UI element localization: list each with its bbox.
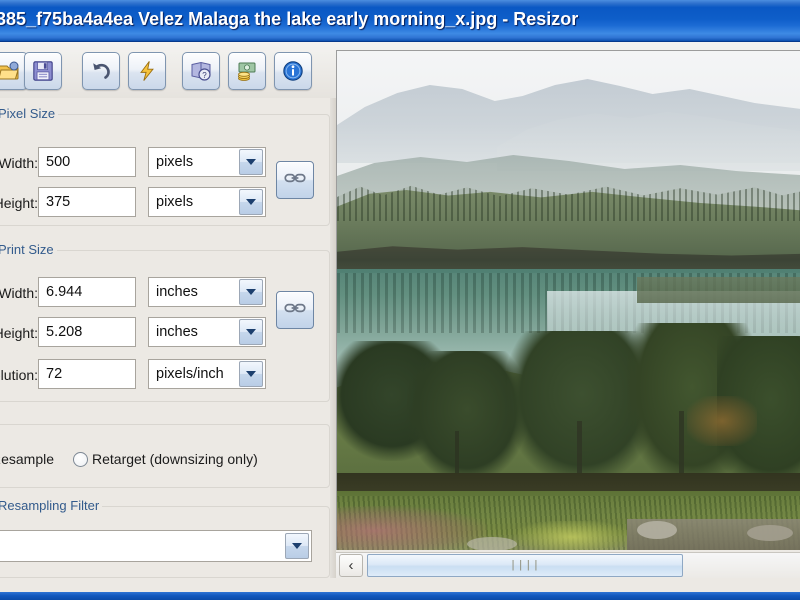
scrollbar-grip-icon: ||||: [509, 559, 541, 572]
pixel-width-unit-value: pixels: [156, 154, 194, 170]
pixel-width-unit-select[interactable]: pixels: [148, 147, 266, 177]
floppy-disk-icon: [32, 60, 54, 82]
print-size-link-button[interactable]: [276, 291, 314, 329]
chevron-down-icon[interactable]: [239, 319, 263, 345]
about-button[interactable]: [274, 52, 312, 90]
settings-panel: Pixel Size Width: pixels Height: pixels: [0, 98, 336, 600]
resolution-input[interactable]: [38, 359, 136, 389]
pixel-width-input[interactable]: [38, 147, 136, 177]
pixel-height-label: Height:: [0, 195, 38, 211]
window-title: 7385_f75ba4a4ea Velez Malaga the lake ea…: [0, 9, 579, 29]
info-icon: [282, 60, 304, 82]
print-width-unit-value: inches: [156, 284, 198, 300]
print-size-group-label: Print Size: [0, 242, 57, 257]
resolution-unit-value: pixels/inch: [156, 366, 224, 382]
svg-text:?: ?: [202, 71, 207, 80]
chevron-down-icon[interactable]: [285, 533, 309, 559]
pixel-size-link-button[interactable]: [276, 161, 314, 199]
pixel-height-unit-select[interactable]: pixels: [148, 187, 266, 217]
image-preview-frame: [336, 50, 800, 550]
apply-button[interactable]: [128, 52, 166, 90]
print-height-unit-select[interactable]: inches: [148, 317, 266, 347]
undo-arrow-icon: [89, 59, 113, 83]
scroll-left-button[interactable]: ‹: [339, 554, 363, 577]
print-width-label: Width:: [0, 285, 38, 301]
application-window: 7385_f75ba4a4ea Velez Malaga the lake ea…: [0, 0, 800, 600]
print-width-unit-select[interactable]: inches: [148, 277, 266, 307]
chain-link-icon: [284, 171, 306, 190]
buy-button[interactable]: [228, 52, 266, 90]
resample-radio[interactable]: Resample: [0, 451, 54, 467]
pixel-size-group-label: Pixel Size: [0, 106, 59, 121]
pixel-height-input[interactable]: [38, 187, 136, 217]
money-icon: [235, 59, 259, 83]
chevron-down-icon[interactable]: [239, 189, 263, 215]
radio-circle-icon: [73, 451, 88, 467]
help-button[interactable]: ?: [182, 52, 220, 90]
scrollbar-thumb[interactable]: ||||: [367, 554, 683, 577]
retarget-radio[interactable]: Retarget (downsizing only): [73, 451, 258, 467]
resampling-filter-group-label: Resampling Filter: [0, 498, 103, 513]
chevron-down-icon[interactable]: [239, 279, 263, 305]
chain-link-icon: [284, 301, 306, 320]
resample-radio-label: Resample: [0, 451, 55, 467]
print-height-label: Height:: [0, 325, 38, 341]
lightning-bolt-icon: [136, 60, 158, 82]
print-height-input[interactable]: [38, 317, 136, 347]
window-bottom-border: [0, 592, 800, 600]
chevron-down-icon[interactable]: [239, 361, 263, 387]
chevron-down-icon[interactable]: [239, 149, 263, 175]
retarget-radio-label: Retarget (downsizing only): [92, 451, 258, 467]
help-book-icon: ?: [189, 59, 213, 83]
undo-button[interactable]: [82, 52, 120, 90]
resolution-label: Resolution:: [0, 367, 39, 383]
save-file-button[interactable]: [24, 52, 62, 90]
title-bar: 7385_f75ba4a4ea Velez Malaga the lake ea…: [0, 0, 800, 42]
print-height-unit-value: inches: [156, 324, 198, 340]
image-preview[interactable]: [337, 51, 800, 550]
resampling-filter-select[interactable]: [0, 530, 312, 562]
pixel-width-label: Width:: [0, 155, 38, 171]
open-folder-icon: [0, 59, 21, 83]
resolution-unit-select[interactable]: pixels/inch: [148, 359, 266, 389]
window-bottom-filler: [0, 578, 800, 592]
pixel-height-unit-value: pixels: [156, 194, 194, 210]
preview-horizontal-scrollbar[interactable]: ‹ ||||: [336, 552, 800, 578]
print-width-input[interactable]: [38, 277, 136, 307]
